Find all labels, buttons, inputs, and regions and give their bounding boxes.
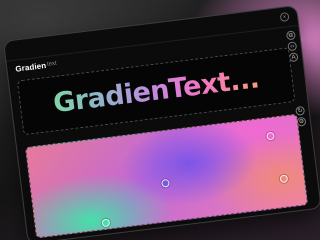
shuffle-icon[interactable]: ↻ (295, 105, 306, 116)
logo-bold-text: Gradien (14, 60, 47, 74)
gradient-stop-peach[interactable] (279, 174, 289, 184)
close-icon[interactable]: × (279, 12, 290, 23)
gradient-stop-violet[interactable] (161, 178, 170, 188)
gradient-text: GradienText... (51, 63, 261, 120)
copy-icon[interactable]: ⧉ (285, 30, 296, 41)
gradient-stop-pink[interactable] (266, 131, 275, 141)
app-window: × Gradien text ⧉ ‹› A GradienText... ↻ ⚙ (2, 4, 320, 240)
gradient-stop-green[interactable] (101, 218, 111, 228)
logo-thin-text: text (46, 60, 58, 68)
